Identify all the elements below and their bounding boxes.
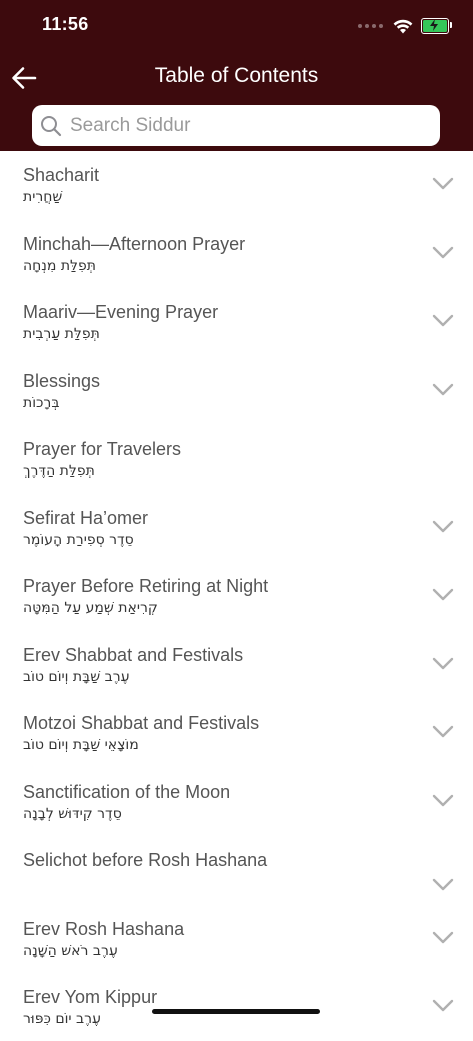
toc-item-hebrew: עֶרֶב יוֹם כִּפּוּר <box>23 1011 101 1027</box>
toc-item-hebrew: סֵדֶר סְפִירַת הָעוֹמֶר <box>23 531 134 548</box>
toc-item[interactable]: Erev Shabbat and Festivals עֶרֶב שַׁבָּת … <box>0 631 473 699</box>
battery-charging-icon <box>421 18 452 34</box>
toc-item-hebrew: תְּפִלַּת הַדֶּרֶךְ <box>23 463 95 479</box>
toc-item-title: Maariv—Evening Prayer <box>23 302 219 322</box>
status-icons <box>358 16 452 36</box>
toc-item[interactable]: Sanctification of the Moon סֵדֶר קִידּוּש… <box>0 768 473 836</box>
toc-item[interactable]: Erev Yom Kippur עֶרֶב יוֹם כִּפּוּר <box>0 973 473 1041</box>
toc-item[interactable]: Minchah—Afternoon Prayer תְּפִלַּת מִנְחָ… <box>0 220 473 288</box>
toc-item-title: Sanctification of the Moon <box>23 781 231 802</box>
toc-item[interactable]: Shacharit שַׁחֲרִית <box>0 151 473 219</box>
chevron-down-icon[interactable] <box>432 657 454 671</box>
search-bar[interactable] <box>32 105 440 146</box>
toc-item-hebrew: בְּרָכוֹת <box>23 394 60 411</box>
toc-item-title: Motzoi Shabbat and Festivals <box>23 713 260 733</box>
toc-item-hebrew: עֶרֶב שַׁבָּת וְיוֹם טוֹב <box>23 668 130 685</box>
toc-item[interactable]: Selichot before Rosh Hashana <box>0 836 473 904</box>
toc-item[interactable]: Motzoi Shabbat and Festivals מוֹצָאֵי שַׁ… <box>0 699 473 767</box>
home-indicator <box>152 1009 320 1014</box>
toc-item-hebrew: תְּפִלַּת מִנְחָה <box>23 257 96 274</box>
chevron-down-icon[interactable] <box>432 725 454 739</box>
toc-item-hebrew: קְרִיאַת שְׁמַע עַל הַמִּטָּה <box>23 600 158 616</box>
chevron-down-icon[interactable] <box>432 931 454 945</box>
toc-item[interactable]: Sefirat Ha’omer סֵדֶר סְפִירַת הָעוֹמֶר <box>0 494 473 562</box>
toc-item[interactable]: Prayer Before Retiring at Night קְרִיאַת … <box>0 562 473 630</box>
toc-item-title: Prayer for Travelers <box>23 439 182 459</box>
chevron-down-icon[interactable] <box>432 588 454 602</box>
toc-item-hebrew: עֶרֶב רֹאשׁ הַשָּׁנָה <box>23 942 118 959</box>
toc-item-title: Erev Rosh Hashana <box>23 918 185 939</box>
chevron-down-icon[interactable] <box>432 246 454 260</box>
toc-item-hebrew: מוֹצָאֵי שַׁבָּת וְיוֹם טוֹב <box>23 737 139 753</box>
toc-item-title: Shacharit <box>23 165 100 185</box>
chevron-down-icon[interactable] <box>432 878 454 892</box>
chevron-down-icon[interactable] <box>432 999 454 1013</box>
chevron-down-icon[interactable] <box>432 314 454 328</box>
toc-item-title: Prayer Before Retiring at Night <box>23 576 269 596</box>
chevron-down-icon[interactable] <box>432 794 454 808</box>
toc-item-title: Blessings <box>23 370 101 391</box>
toc-item-title: Erev Yom Kippur <box>23 987 158 1007</box>
toc-item-hebrew: סֵדֶר קִידּוּשׁ לְבָנָה <box>23 805 122 822</box>
chevron-down-icon[interactable] <box>432 177 454 191</box>
toc-item-title: Erev Shabbat and Festivals <box>23 644 244 665</box>
toc-item-hebrew: תְּפִלַּת עַרְבִית <box>23 326 100 342</box>
toc-item[interactable]: Blessings בְּרָכוֹת <box>0 357 473 425</box>
toc-item-hebrew: שַׁחֲרִית <box>23 189 63 205</box>
cellular-signal-icon <box>358 24 383 28</box>
toc-item[interactable]: Maariv—Evening Prayer תְּפִלַּת עַרְבִית <box>0 288 473 356</box>
toc-item[interactable]: Prayer for Travelers תְּפִלַּת הַדֶּרֶךְ <box>0 425 473 493</box>
page-title: Table of Contents <box>154 64 319 87</box>
status-time: 11:56 <box>42 14 89 34</box>
wifi-icon <box>393 19 413 33</box>
search-input[interactable] <box>68 113 412 138</box>
toc-item-title: Minchah—Afternoon Prayer <box>23 233 246 254</box>
chevron-down-icon[interactable] <box>432 383 454 397</box>
toc-item[interactable]: Erev Rosh Hashana עֶרֶב רֹאשׁ הַשָּׁנָה <box>0 905 473 973</box>
app-header: 11:56 Table of Contents <box>0 0 473 151</box>
chevron-down-icon[interactable] <box>432 520 454 534</box>
toc-item-title: Selichot before Rosh Hashana <box>23 850 268 870</box>
search-icon <box>41 115 62 136</box>
toc-item-title: Sefirat Ha’omer <box>23 507 149 528</box>
